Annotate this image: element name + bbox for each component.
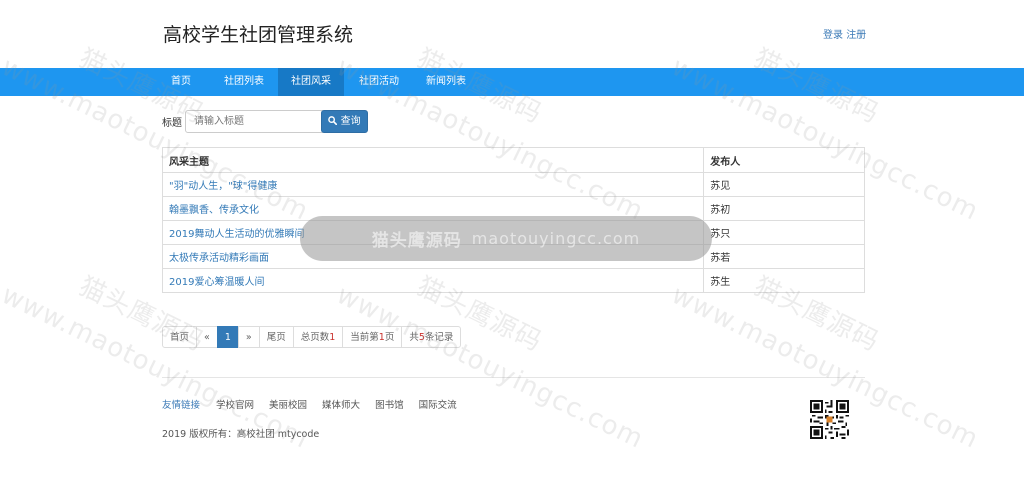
watermark-banner-cn: 猫头鹰源码 [371, 231, 462, 251]
table-row: 2019爱心筹温暖人间 苏生 [161, 268, 865, 293]
page-next-button[interactable]: » [237, 326, 260, 348]
column-header-publisher: 发布人 [703, 147, 865, 173]
page-first-button[interactable]: 首页 [162, 326, 198, 348]
register-link[interactable]: 注册 [846, 30, 866, 41]
table-row: "羽"动人生，"球"得健康 苏见 [161, 172, 865, 197]
row-publisher: 苏生 [703, 268, 865, 293]
friend-links-label: 友情链接 [162, 400, 201, 411]
row-publisher: 苏只 [703, 220, 865, 245]
current-page-info: 当前第1页 [342, 326, 403, 348]
row-publisher: 苏若 [703, 244, 865, 269]
nav-item-club-activity[interactable]: 社团活动 [347, 68, 411, 96]
nav-item-club-style[interactable]: 社团风采 [278, 68, 344, 96]
column-header-theme: 风采主题 [161, 147, 705, 173]
search-icon [328, 116, 338, 126]
friend-link-media[interactable]: 媒体师大 [322, 397, 360, 411]
total-records-info: 共5条记录 [401, 326, 462, 348]
nav-item-club-list[interactable]: 社团列表 [212, 68, 276, 96]
friend-link-campus[interactable]: 美丽校园 [269, 397, 307, 411]
total-records-suffix: 条记录 [424, 332, 454, 343]
friend-link-school-site[interactable]: 学校官网 [216, 397, 254, 411]
row-publisher: 苏初 [703, 196, 865, 221]
total-pages-value: 1 [329, 332, 336, 343]
row-title-link[interactable]: "羽"动人生，"球"得健康 [161, 172, 705, 197]
friend-link-international[interactable]: 国际交流 [419, 397, 457, 411]
qr-code-icon [810, 400, 849, 439]
copyright: 2019 版权所有：高校社团 mtycode [162, 429, 320, 440]
footer-divider [162, 377, 865, 378]
main-navbar: 首页 社团列表 社团风采 社团活动 新闻列表 [0, 68, 1024, 96]
friend-link-library[interactable]: 图书馆 [375, 397, 404, 411]
page-current-button[interactable]: 1 [216, 326, 239, 348]
site-title: 高校学生社团管理系统 [163, 24, 354, 46]
current-page-suffix: 页 [384, 332, 395, 343]
watermark-banner: 猫头鹰源码 maotouyingcc.com [300, 216, 712, 261]
total-pages-label: 总页数 [300, 332, 330, 343]
total-pages-info: 总页数1 [292, 326, 344, 348]
pagination: 首页 « 1 » 尾页 总页数1 当前第1页 共5条记录 [162, 326, 462, 348]
search-button-label: 查询 [340, 116, 361, 127]
auth-links: 登录 注册 [823, 26, 866, 41]
nav-item-home[interactable]: 首页 [163, 68, 199, 96]
login-link[interactable]: 登录 [823, 30, 843, 41]
search-input[interactable] [185, 110, 325, 133]
total-records-prefix: 共 [409, 332, 419, 343]
table-header-row: 风采主题 发布人 [161, 147, 865, 173]
watermark-banner-en: maotouyingcc.com [471, 229, 641, 248]
friend-links: 友情链接 学校官网 美丽校园 媒体师大 图书馆 国际交流 [162, 397, 472, 411]
nav-item-news-list[interactable]: 新闻列表 [414, 68, 478, 96]
watermark-url: www.maotouyingcc.com [331, 280, 649, 455]
search-button[interactable]: 查询 [321, 110, 368, 133]
search-label: 标题 [162, 118, 182, 129]
page-last-button[interactable]: 尾页 [258, 326, 294, 348]
header: 高校学生社团管理系统 登录 注册 [0, 0, 1024, 68]
row-title-link[interactable]: 2019爱心筹温暖人间 [161, 268, 705, 293]
current-page-prefix: 当前第 [350, 332, 379, 343]
page-prev-button[interactable]: « [196, 326, 218, 348]
row-publisher: 苏见 [703, 172, 865, 197]
